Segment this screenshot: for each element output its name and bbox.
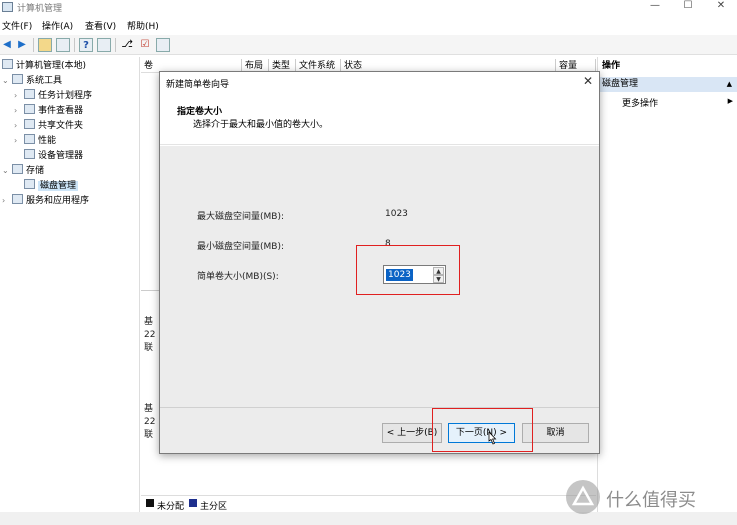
tools-icon (12, 74, 23, 84)
chevron-right-icon[interactable]: › (14, 134, 24, 148)
chevron-right-icon[interactable]: › (2, 194, 12, 208)
legend-primary: 主分区 (200, 502, 228, 512)
tree-item-event-viewer[interactable]: › 事件查看器 (14, 104, 83, 118)
actions-section-disk-management[interactable]: 磁盘管理 ▲ (598, 77, 737, 92)
menu-view[interactable]: 查看(V) (85, 19, 116, 32)
chevron-right-icon[interactable]: › (14, 104, 24, 118)
connect-icon[interactable]: ⎇ (120, 38, 134, 52)
storage-icon (12, 164, 23, 174)
actions-header: 操作 (598, 59, 737, 74)
properties-icon[interactable] (97, 38, 111, 52)
menu-bar: 文件(F) 操作(A) 查看(V) 帮助(H) (0, 17, 737, 33)
legend-unallocated: 未分配 (157, 502, 185, 512)
minimize-icon[interactable]: — (640, 0, 670, 12)
tree-item-performance[interactable]: › 性能 (14, 134, 56, 148)
chevron-right-icon[interactable]: › (14, 119, 24, 133)
tree-item-storage[interactable]: ⌄ 存储 (2, 164, 44, 178)
disk-0-info[interactable]: 基 22 联 (144, 316, 155, 355)
unallocated-swatch (146, 499, 154, 507)
menu-action[interactable]: 操作(A) (42, 19, 73, 32)
device-manager-icon (24, 149, 35, 159)
show-hide-tree-icon[interactable] (56, 38, 70, 52)
computer-management-icon (2, 2, 13, 12)
dialog-footer: < 上一步(B) 下一页(N) > 取消 (160, 407, 599, 453)
menu-file[interactable]: 文件(F) (2, 19, 32, 32)
watermark-text: 什么值得买 (606, 490, 696, 511)
tree-item-system-tools[interactable]: ⌄ 系统工具 (2, 74, 62, 88)
volume-size-label: 简单卷大小(MB)(S): (197, 272, 279, 282)
close-window-icon[interactable]: ✕ (706, 0, 736, 12)
shared-folder-icon (24, 119, 35, 129)
maximize-icon[interactable]: ☐ (673, 0, 703, 12)
collapse-up-icon[interactable]: ▲ (727, 77, 732, 92)
watermark-logo-icon (566, 480, 600, 514)
primary-swatch (189, 499, 197, 507)
legend: 未分配 主分区 (141, 495, 596, 512)
max-space-label: 最大磁盘空间量(MB): (197, 212, 284, 222)
menu-help[interactable]: 帮助(H) (127, 19, 159, 32)
list-view-icon[interactable] (156, 38, 170, 52)
title-bar: 计算机管理 — ☐ ✕ (0, 0, 737, 15)
check-icon[interactable]: ☑ (138, 38, 152, 52)
window-title: 计算机管理 (17, 4, 63, 14)
chevron-right-icon[interactable]: › (14, 89, 24, 103)
up-folder-icon[interactable] (38, 38, 52, 52)
disk-icon (24, 179, 35, 189)
forward-arrow-icon[interactable]: ▶ (15, 38, 29, 52)
event-viewer-icon (24, 104, 35, 114)
navigation-tree: 计算机管理(本地) ⌄ 系统工具 › 任务计划程序 › 事件查看器 › 共享文件夹 › 性… (0, 57, 140, 512)
tree-item-shared-folders[interactable]: › 共享文件夹 (14, 119, 83, 133)
back-arrow-icon[interactable]: ◀ (0, 38, 14, 52)
disk-1-info[interactable]: 基 22 联 (144, 403, 155, 442)
min-space-label: 最小磁盘空间量(MB): (197, 242, 284, 252)
tree-item-services[interactable]: › 服务和应用程序 (2, 194, 89, 208)
max-space-value: 1023 (385, 209, 408, 219)
more-actions[interactable]: 更多操作 (622, 96, 658, 109)
status-bar (0, 512, 737, 525)
services-icon (12, 194, 23, 204)
actions-pane: 操作 磁盘管理 ▲ 更多操作 ▶ (597, 57, 737, 512)
mouse-cursor-icon (488, 432, 497, 445)
highlight-box-size (356, 245, 460, 295)
toolbar: ◀ ▶ ? ⎇ ☑ (0, 35, 737, 55)
highlight-box-next (432, 408, 533, 452)
clock-icon (24, 89, 35, 99)
tree-item-task-scheduler[interactable]: › 任务计划程序 (14, 89, 92, 103)
tree-item-device-manager[interactable]: 设备管理器 (14, 149, 83, 163)
chevron-down-icon[interactable]: ⌄ (2, 74, 12, 88)
dialog-title: 新建简单卷向导 (166, 80, 230, 90)
submenu-arrow-icon: ▶ (727, 97, 733, 105)
chevron-down-icon[interactable]: ⌄ (2, 164, 12, 178)
dialog-subheading: 选择介于最大和最小值的卷大小。 (193, 120, 329, 130)
dialog-heading: 指定卷大小 (177, 107, 223, 117)
tree-item-disk-management[interactable]: 磁盘管理 (14, 179, 79, 193)
dialog-header: 指定卷大小 选择介于最大和最小值的卷大小。 (160, 94, 599, 145)
help-icon[interactable]: ? (79, 38, 93, 52)
tree-item-root[interactable]: 计算机管理(本地) (2, 59, 86, 73)
performance-icon (24, 134, 35, 144)
dialog-close-icon[interactable]: ✕ (583, 74, 593, 88)
computer-icon (2, 59, 13, 69)
